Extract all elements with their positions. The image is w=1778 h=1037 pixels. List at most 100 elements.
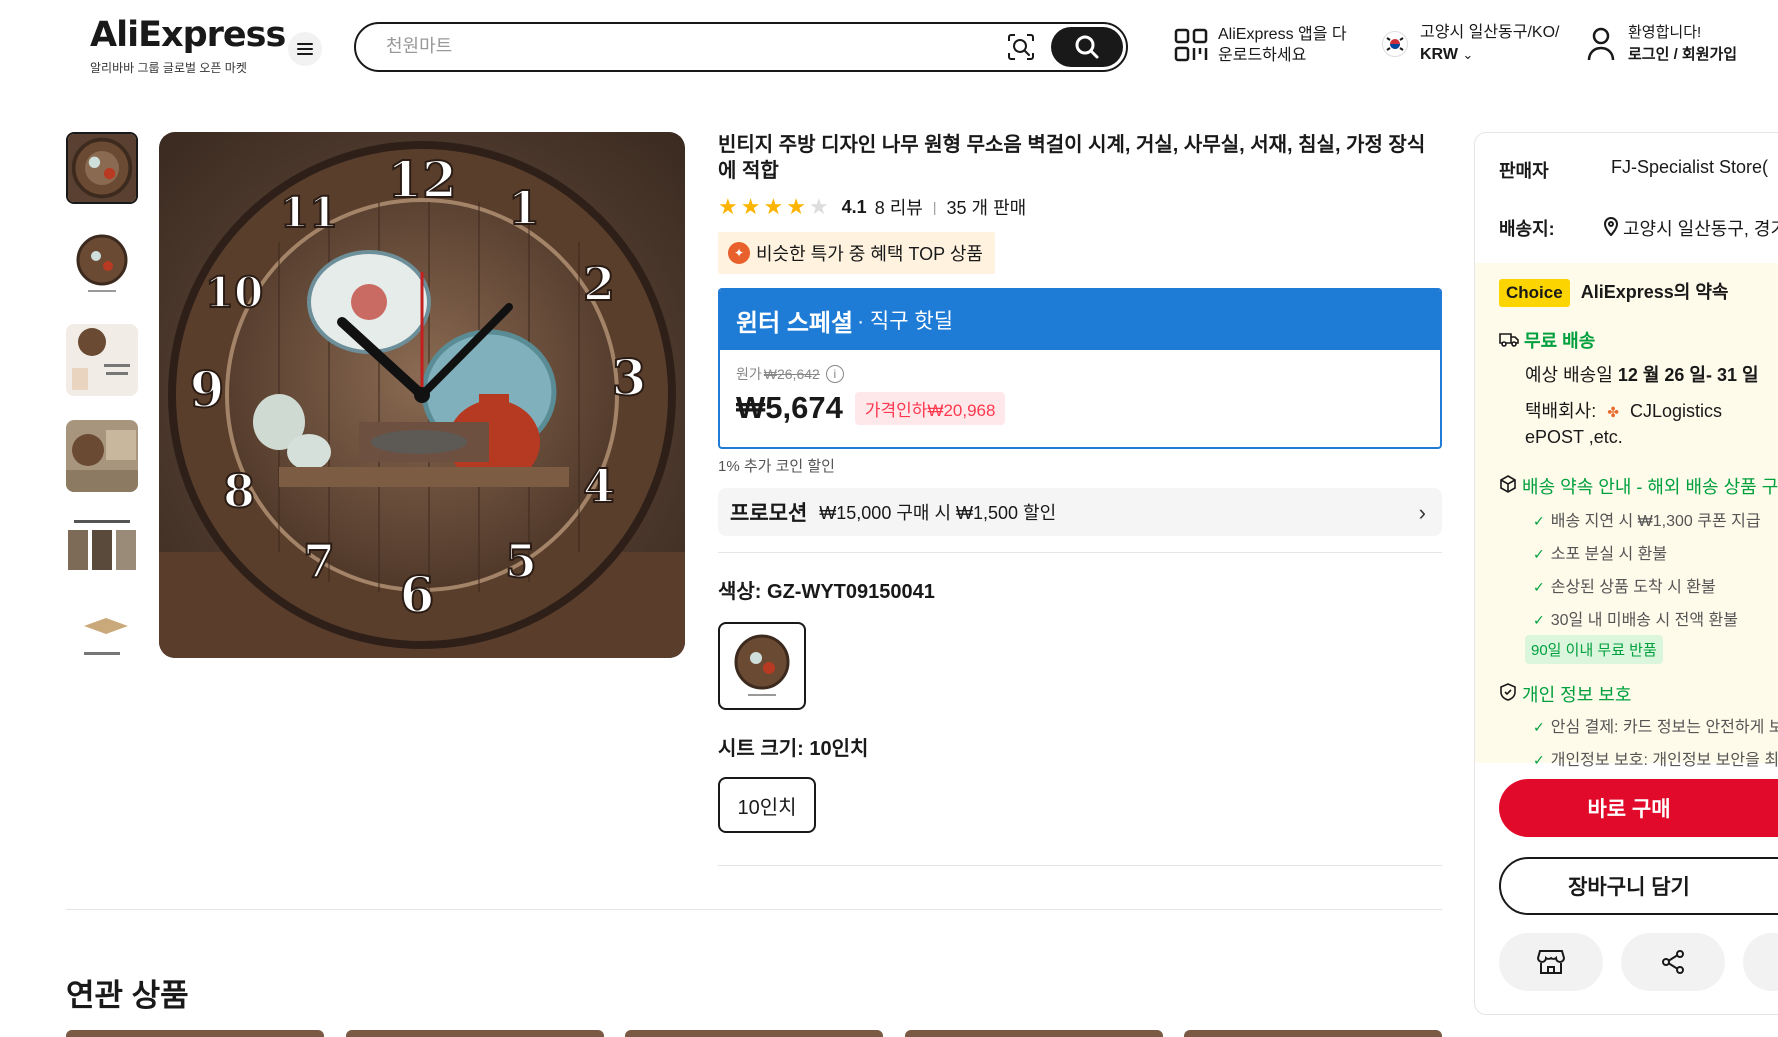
deal-body: 원가 ₩26,642 i ₩5,674 가격인하₩20,968 [720, 350, 1440, 440]
truck-icon [1499, 331, 1524, 351]
add-to-cart-button[interactable]: 장바구니 담기 [1499, 857, 1778, 915]
promotion-desc: ₩15,000 구매 시 ₩1,500 할인 [819, 503, 1057, 523]
wishlist-button[interactable] [1743, 933, 1778, 991]
svg-text:12: 12 [387, 150, 457, 209]
star-icon: ★ [718, 194, 738, 219]
search-input[interactable] [386, 36, 986, 57]
locale-selector[interactable]: 고양시 일산동구/KO/ KRW ⌄ [1382, 22, 1560, 66]
choice-title: AliExpress의 약속 [1580, 282, 1729, 302]
deal-header: 윈터 스페셜 · 직구 핫딜 [720, 290, 1440, 350]
thumbnail-2[interactable] [66, 228, 138, 300]
check-icon: ✓ [1533, 752, 1545, 768]
chevron-down-icon: ⌄ [1462, 47, 1474, 62]
coin-discount: 1% 추가 코인 할인 [718, 458, 835, 475]
rating-value: 4.1 [841, 196, 867, 217]
thumbnail-6[interactable] [66, 612, 138, 662]
promotion-label: 프로모션 [730, 502, 808, 525]
related-product-card[interactable] [905, 1030, 1163, 1037]
free-shipping-label: 무료 배송 [1524, 331, 1596, 351]
shield-check-icon [1499, 683, 1522, 705]
svg-text:8: 8 [223, 464, 255, 518]
location-pin-icon [1603, 216, 1619, 241]
thumbnail-5[interactable] [66, 516, 138, 588]
delivery-prefix: 예상 배송일 [1525, 365, 1613, 385]
color-label: 색상: GZ-WYT09150041 [718, 581, 935, 603]
promise-item-2: ✓ 소포 분실 시 환불 [1533, 546, 1668, 563]
current-price: ₩5,674 [736, 390, 843, 425]
svg-text:11: 11 [280, 188, 338, 237]
qr-code-icon [1174, 28, 1208, 62]
app-download-link[interactable]: AliExpress 앱을 다 운로드하세요 [1174, 24, 1347, 66]
locale-text: 고양시 일산동구/KO/ KRW ⌄ [1420, 22, 1560, 66]
choice-row: Choice AliExpress의 약속 [1499, 278, 1728, 307]
store-icon [1537, 950, 1565, 974]
privacy-item-2: ✓ 개인정보 보호: 개인정보 보안을 최 [1533, 752, 1778, 769]
courier-more: ePOST ,etc. [1525, 427, 1623, 447]
return-row: 90일 이내 무료 반품 [1525, 635, 1663, 664]
check-icon: ✓ [1533, 719, 1545, 735]
related-product-card[interactable] [346, 1030, 604, 1037]
menu-button[interactable] [288, 32, 322, 66]
store-button[interactable] [1499, 933, 1603, 991]
section-divider [66, 909, 1442, 910]
related-product-card[interactable] [625, 1030, 883, 1037]
promise-item-4: ✓ 30일 내 미배송 시 전액 환불 [1533, 612, 1738, 629]
star-rating[interactable]: ★ ★ ★ ★ ★ [718, 194, 832, 220]
user-icon [1587, 27, 1615, 61]
thumbnail-3[interactable] [66, 324, 138, 396]
seller-label: 판매자 [1499, 161, 1549, 181]
svg-text:2: 2 [583, 257, 615, 311]
promise-item-3: ✓ 손상된 상품 도착 시 환불 [1533, 579, 1716, 596]
app-download-line1: AliExpress 앱을 다 [1218, 26, 1347, 43]
product-title: 빈티지 주방 디자인 나무 원형 무소음 벽걸이 시계, 거실, 사무실, 서재… [718, 134, 1426, 182]
svg-text:5: 5 [505, 534, 537, 588]
free-return-badge: 90일 이내 무료 반품 [1525, 635, 1663, 664]
promise-row[interactable]: 배송 약속 안내 - 해외 배송 상품 구 [1499, 473, 1778, 499]
image-search-button[interactable] [1006, 32, 1036, 62]
buy-now-button[interactable]: 바로 구매 [1499, 779, 1778, 837]
seller-name[interactable]: FJ-Specialist Store( [1611, 157, 1768, 178]
korea-flag-icon [1382, 31, 1408, 57]
divider: | [932, 199, 937, 215]
account-menu[interactable]: 환영합니다! 로그인 / 회원가입 [1586, 22, 1737, 66]
aliexpress-logo[interactable]: AliExpress 알리바바 그룹 글로벌 오픈 마켓 [90, 16, 286, 76]
promise-title: 배송 약속 안내 - 해외 배송 상품 구 [1522, 477, 1778, 497]
account-text: 환영합니다! 로그인 / 회원가입 [1628, 22, 1737, 66]
share-button[interactable] [1621, 933, 1725, 991]
ship-to-row[interactable]: 배송지: 고양시 일산동구, 경기 [1499, 215, 1778, 241]
privacy-title: 개인 정보 보호 [1522, 685, 1632, 705]
privacy-row[interactable]: 개인 정보 보호 [1499, 681, 1631, 707]
top-deal-badge[interactable]: ✦ 비슷한 특가 중 혜택 TOP 상품 [718, 232, 995, 274]
free-shipping-row: 무료 배송 [1499, 327, 1595, 353]
related-product-card[interactable] [66, 1030, 324, 1037]
deal-subtitle: · 직구 핫딜 [857, 310, 954, 333]
info-icon[interactable]: i [825, 365, 844, 383]
check-icon: ✓ [1533, 546, 1545, 562]
promotion-bar[interactable]: 프로모션 ₩15,000 구매 시 ₩1,500 할인 › [718, 488, 1442, 536]
svg-text:7: 7 [303, 534, 335, 588]
main-product-image[interactable]: 12 1 2 3 4 5 6 7 8 9 10 11 [159, 132, 685, 658]
thumbnail-1[interactable] [66, 132, 138, 204]
logo-subtitle: 알리바바 그룹 글로벌 오픈 마켓 [90, 61, 247, 75]
welcome-text: 환영합니다! [1628, 24, 1702, 41]
size-option-button[interactable]: 10인치 [718, 777, 816, 833]
deal-title: 윈터 스페셜 [736, 309, 854, 337]
color-swatch[interactable] [718, 622, 806, 710]
seller-row: 판매자 FJ-Specialist Store( [1499, 157, 1768, 183]
thumbnail-4[interactable] [66, 420, 138, 492]
sold-count: 35 개 판매 [946, 198, 1027, 218]
search-button[interactable] [1051, 27, 1123, 67]
svg-text:9: 9 [190, 360, 225, 419]
search-icon [1075, 35, 1099, 59]
login-signup-link[interactable]: 로그인 / 회원가입 [1628, 46, 1737, 63]
cj-logo-icon: ✤ [1607, 404, 1619, 420]
rating-row: ★ ★ ★ ★ ★ 4.1 8 리뷰 | 35 개 판매 [718, 194, 1442, 220]
ship-to-location: 고양시 일산동구, 경기 [1623, 219, 1778, 239]
star-icon: ★ [740, 194, 761, 219]
privacy-item-1: ✓ 안심 결제: 카드 정보는 안전하게 보 [1533, 719, 1778, 736]
star-icon: ★ [786, 194, 806, 219]
deal-box: 윈터 스페셜 · 직구 핫딜 원가 ₩26,642 i ₩5,674 가격인하₩… [718, 288, 1442, 449]
shield-box-icon [1499, 475, 1522, 497]
review-count[interactable]: 8 리뷰 [875, 194, 923, 220]
related-product-card[interactable] [1184, 1030, 1442, 1037]
